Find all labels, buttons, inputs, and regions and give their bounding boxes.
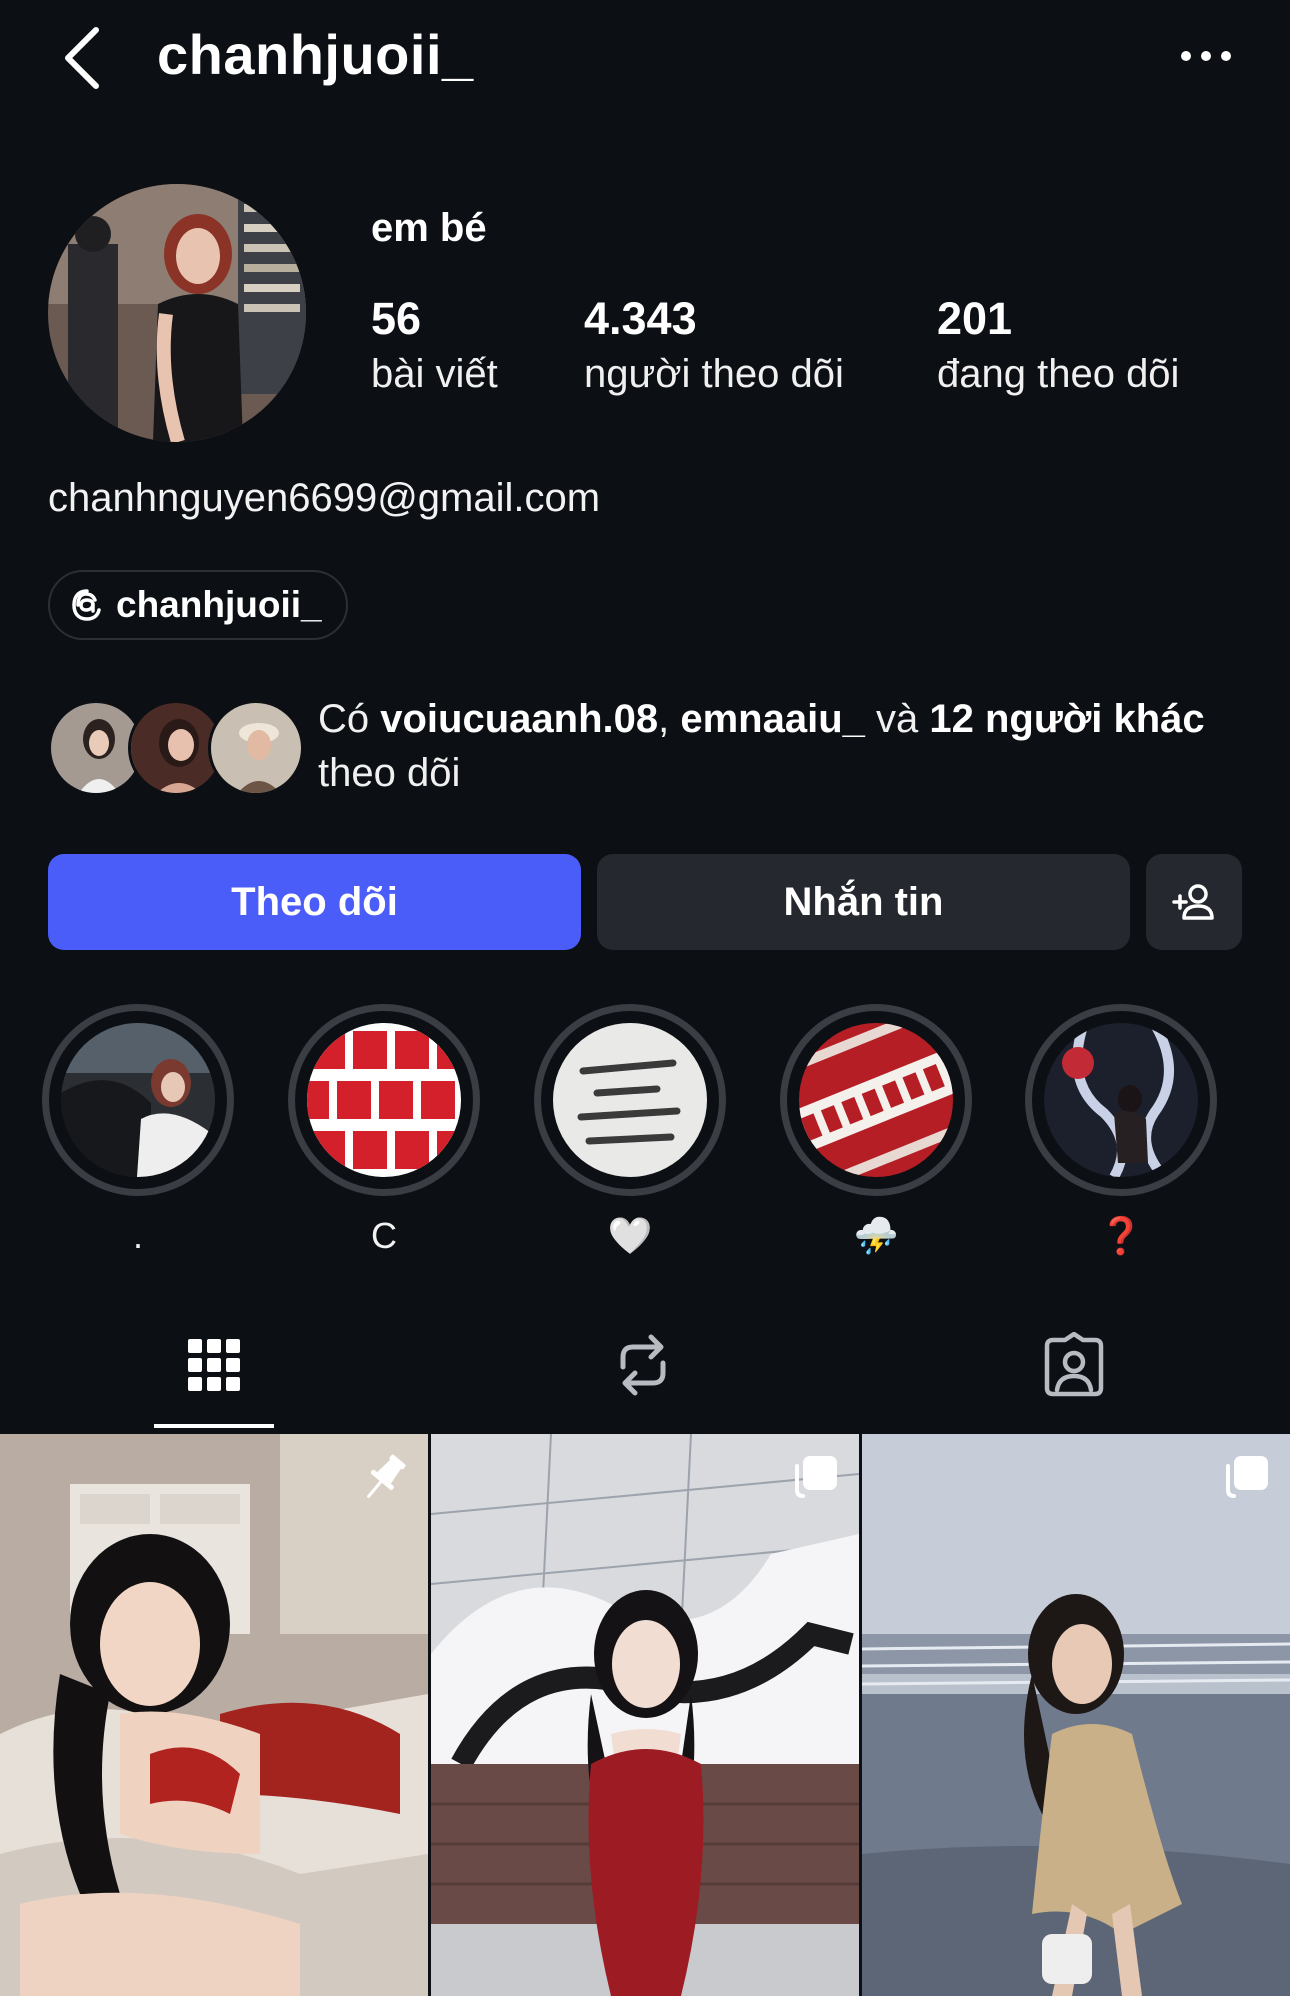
mutual-user-1: voiucuaanh.08	[380, 697, 659, 741]
highlight-label: .	[132, 1215, 143, 1256]
mutual-user-2: emnaaiu_	[680, 697, 865, 741]
profile-username: chanhjuoii_	[157, 23, 474, 86]
mutual-followers-text[interactable]: Có voiucuaanh.08, emnaaiu_ và 12 người k…	[318, 692, 1218, 800]
bio-email: chanhnguyen6699@gmail.com	[48, 476, 601, 520]
display-name: em bé	[371, 206, 487, 250]
profile-tabs	[0, 1300, 1290, 1430]
followers-count: 4.343	[584, 293, 697, 344]
posts-grid	[0, 1434, 1290, 1996]
posts-label: bài viết	[371, 352, 498, 396]
highlight-ring	[1025, 1004, 1217, 1196]
post-thumbnail[interactable]	[0, 1434, 428, 1996]
mutual-avatar	[208, 700, 304, 796]
grid-icon	[188, 1339, 240, 1391]
post-thumbnail[interactable]	[431, 1434, 859, 1996]
threads-handle: chanhjuoii_	[116, 584, 322, 625]
posts-count: 56	[371, 293, 422, 344]
chevron-left-icon	[65, 27, 99, 89]
stat-followers[interactable]: 4.343 người theo dõi	[584, 290, 844, 400]
mutual-prefix: Có	[318, 697, 381, 741]
story-highlight[interactable]: ⛈️	[780, 1004, 972, 1260]
active-tab-indicator	[154, 1424, 274, 1428]
tagged-icon	[1044, 1332, 1104, 1397]
tab-tagged[interactable]	[1004, 1300, 1144, 1430]
pin-icon	[367, 1454, 406, 1498]
back-button[interactable]	[58, 22, 114, 94]
add-person-icon	[1172, 884, 1214, 920]
mutual-followers-avatars[interactable]	[48, 700, 304, 796]
stat-posts[interactable]: 56 bài viết	[371, 290, 498, 400]
reposts-icon	[620, 1334, 666, 1396]
more-options-button[interactable]	[1176, 30, 1236, 82]
followers-label: người theo dõi	[584, 352, 844, 396]
avatar-photo	[48, 184, 306, 442]
post-image	[0, 1434, 428, 1996]
highlight-cover	[1044, 1023, 1198, 1177]
following-label: đang theo dõi	[937, 352, 1180, 396]
profile-avatar[interactable]	[48, 184, 306, 442]
highlight-cover	[307, 1023, 461, 1177]
highlight-cover	[799, 1023, 953, 1177]
post-image	[862, 1434, 1290, 1996]
post-thumbnail[interactable]	[862, 1434, 1290, 1996]
threads-link[interactable]: chanhjuoii_	[48, 570, 348, 640]
story-highlight[interactable]: .	[42, 1004, 234, 1260]
highlight-label: 🤍	[607, 1215, 653, 1256]
top-bar: chanhjuoii_	[0, 0, 1290, 120]
mutual-and: và	[864, 697, 930, 741]
tab-reposts[interactable]	[573, 1300, 713, 1430]
post-image	[431, 1434, 859, 1996]
highlight-ring	[780, 1004, 972, 1196]
highlight-ring	[42, 1004, 234, 1196]
threads-icon	[72, 589, 101, 621]
story-highlight[interactable]: ❓	[1025, 1004, 1217, 1260]
highlight-cover	[61, 1023, 215, 1177]
stat-following[interactable]: 201 đang theo dõi	[937, 290, 1179, 400]
story-highlight[interactable]: 🤍	[534, 1004, 726, 1260]
story-highlight[interactable]: C	[288, 1004, 480, 1260]
mutual-suffix: theo dõi	[318, 751, 461, 795]
highlight-label: C	[371, 1215, 397, 1256]
mutual-separator: ,	[658, 697, 681, 741]
message-button[interactable]: Nhắn tin	[597, 854, 1130, 950]
carousel-icon	[795, 1456, 837, 1498]
highlight-label: ⛈️	[853, 1215, 899, 1256]
highlight-cover	[553, 1023, 707, 1177]
carousel-icon	[1226, 1456, 1268, 1498]
tab-posts-grid[interactable]	[144, 1300, 284, 1430]
profile-page: chanhjuoii_ em bé 56 bài viết 4.343 ngườ…	[0, 0, 1290, 1996]
suggested-accounts-button[interactable]	[1146, 854, 1242, 950]
highlight-label: ❓	[1098, 1215, 1144, 1256]
mutual-others: 12 người khác	[929, 697, 1205, 741]
highlight-ring	[534, 1004, 726, 1196]
following-count: 201	[937, 293, 1013, 344]
highlight-ring	[288, 1004, 480, 1196]
follow-button[interactable]: Theo dõi	[48, 854, 581, 950]
more-horizontal-icon	[1181, 51, 1231, 61]
